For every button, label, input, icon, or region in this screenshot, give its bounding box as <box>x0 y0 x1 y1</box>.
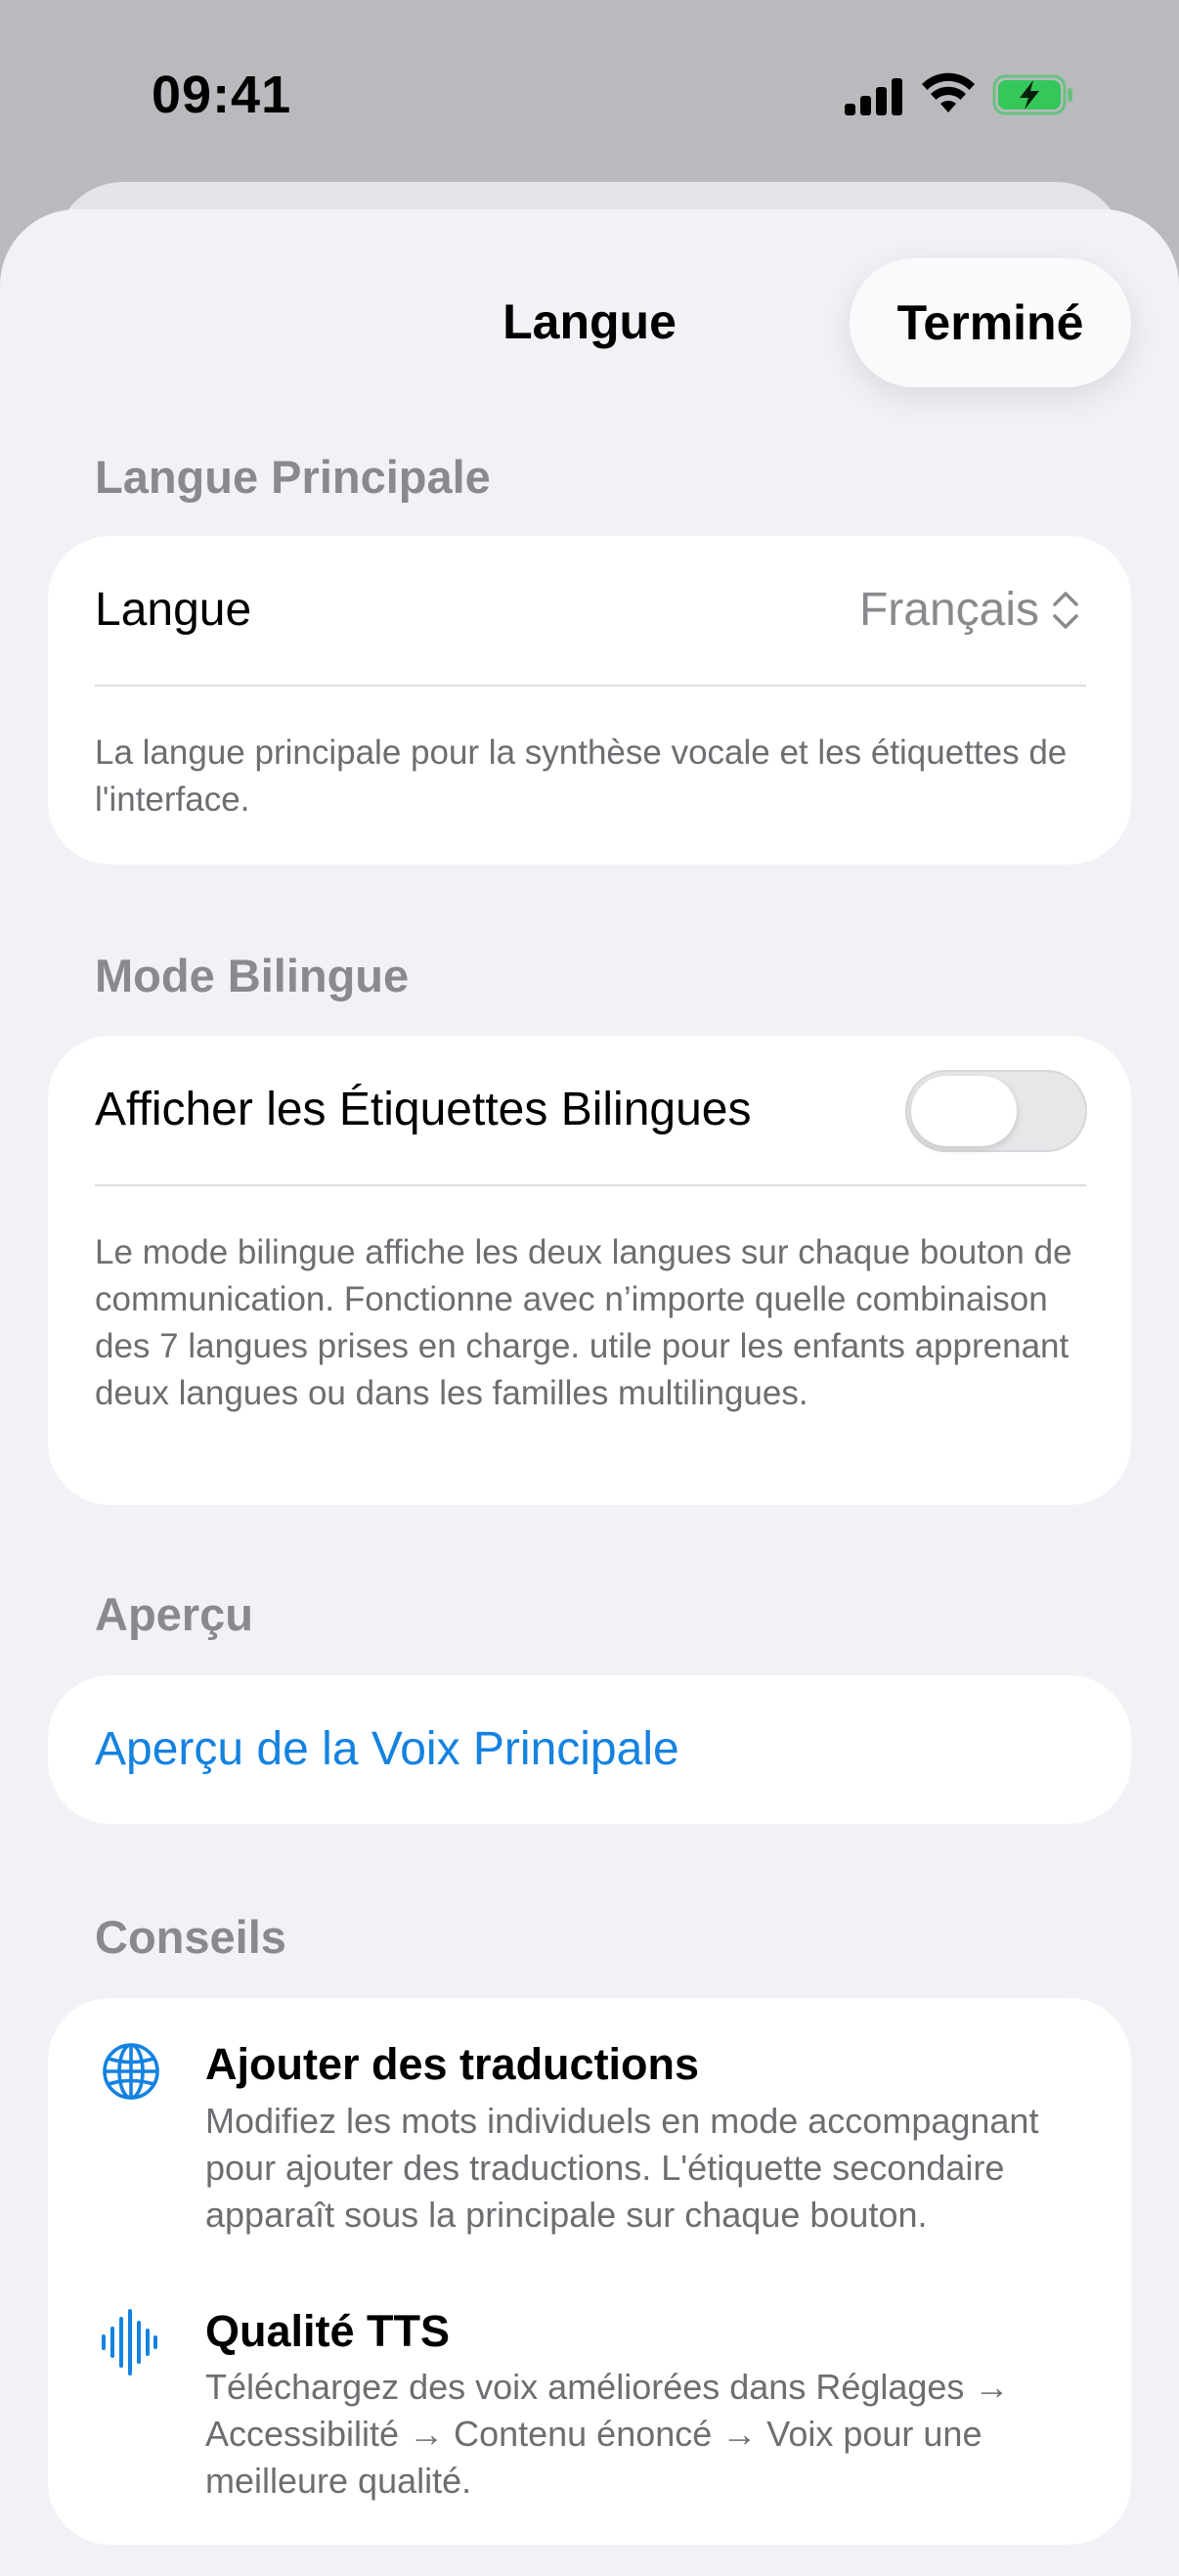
divider <box>95 1184 1086 1186</box>
language-row-label: Langue <box>95 584 252 636</box>
status-bar: 09:41 <box>0 0 1179 186</box>
toggle-knob <box>911 1076 1017 1146</box>
language-row-value-wrapper: Français <box>859 583 1080 637</box>
tip-title: Ajouter des traductions <box>205 2039 700 2089</box>
primary-language-card: Langue Français La langue principale pou… <box>48 536 1131 865</box>
chevron-up-down-icon <box>1053 591 1078 629</box>
preview-voice-link[interactable]: Aperçu de la Voix Principale <box>95 1722 679 1776</box>
battery-charging-icon <box>992 74 1072 115</box>
tips-card: Ajouter des traductions Modifiez les mot… <box>48 1998 1131 2545</box>
section-header-tips: Conseils <box>95 1911 286 1963</box>
done-button[interactable]: Terminé <box>850 258 1131 387</box>
tip-body: Modifiez les mots individuels en mode ac… <box>205 2101 1039 2235</box>
bilingual-toggle[interactable] <box>905 1070 1087 1152</box>
section-header-bilingual: Mode Bilingue <box>95 950 410 1001</box>
primary-language-footnote: La langue principale pour la synthèse vo… <box>95 733 1068 819</box>
language-row-value: Français <box>858 584 1039 636</box>
status-time: 09:41 <box>152 66 292 124</box>
waveform-icon <box>102 2309 157 2376</box>
bilingual-footnote: Le mode bilingue affiche les deux langue… <box>95 1233 1072 1412</box>
globe-icon <box>103 2043 159 2100</box>
divider <box>95 685 1086 687</box>
wifi-icon <box>922 72 975 112</box>
cellular-signal-icon <box>845 78 902 115</box>
tip-body: Téléchargez des voix améliorées dans Rég… <box>205 2367 1010 2501</box>
bilingual-card: Afficher les Étiquettes Bilingues Le mod… <box>48 1036 1131 1505</box>
section-header-preview: Aperçu <box>95 1588 253 1640</box>
section-header-primary-language: Langue Principale <box>95 451 491 503</box>
tip-title: Qualité TTS <box>205 2306 451 2356</box>
preview-card: Aperçu de la Voix Principale <box>48 1675 1131 1824</box>
bilingual-toggle-label: Afficher les Étiquettes Bilingues <box>95 1084 752 1135</box>
language-picker-row[interactable]: Langue Français <box>48 536 1131 685</box>
